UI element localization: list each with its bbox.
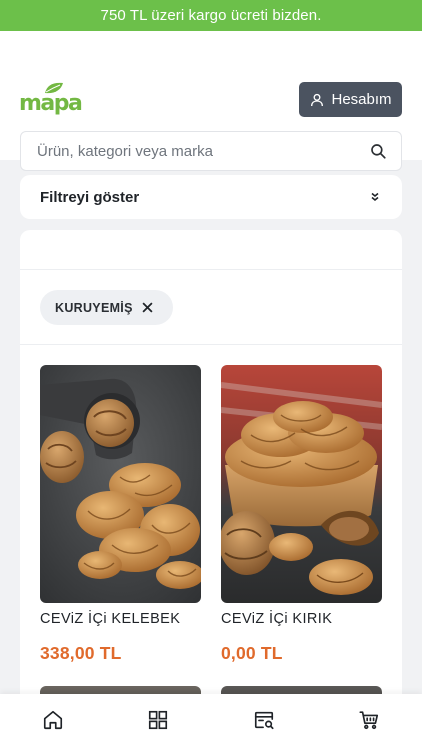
home-icon [43,710,62,730]
product-panel: KURUYEMİŞ CEViZ İÇi KELEBEK 338,00 TL CE… [20,230,402,750]
logo-text: mapa [19,91,83,116]
product-image[interactable] [40,365,201,603]
account-label: Hesabım [331,91,392,108]
categories-icon [149,710,168,730]
search-input[interactable] [37,142,369,160]
search-icon[interactable] [369,142,387,160]
promo-text: 750 TL üzeri kargo ücreti bizden. [100,7,322,24]
account-button[interactable]: Hesabım [299,82,402,117]
product-card[interactable]: CEViZ İÇi KELEBEK 338,00 TL [40,365,201,664]
chevron-double-down-icon [371,192,379,202]
close-icon[interactable] [142,302,153,313]
nav-categories[interactable] [128,698,188,742]
filter-toggle[interactable]: Filtreyi göster [20,175,402,219]
logo[interactable]: mapa [19,81,83,117]
divider [20,269,402,270]
filter-chip[interactable]: KURUYEMİŞ [40,290,173,325]
bottom-nav [0,694,422,750]
user-icon [311,93,324,106]
product-image[interactable] [221,365,382,603]
product-price: 0,00 TL [221,643,283,663]
product-price: 338,00 TL [40,643,122,663]
promo-banner: 750 TL üzeri kargo ücreti bizden. [0,0,422,31]
product-name[interactable]: CEViZ İÇi KIRIK [221,611,382,627]
cart-icon [359,711,379,730]
search-bar [20,131,402,171]
header: mapa Hesabım [0,31,422,171]
product-card[interactable]: CEViZ İÇi KIRIK 0,00 TL [221,365,382,664]
order-search-icon [254,711,274,730]
nav-orders[interactable] [234,698,294,742]
product-name[interactable]: CEViZ İÇi KELEBEK [40,611,201,627]
divider [20,344,402,345]
nav-home[interactable] [23,698,83,742]
filter-label: Filtreyi göster [40,188,140,206]
filter-chip-label: KURUYEMİŞ [55,300,133,315]
nav-cart[interactable] [339,698,399,742]
